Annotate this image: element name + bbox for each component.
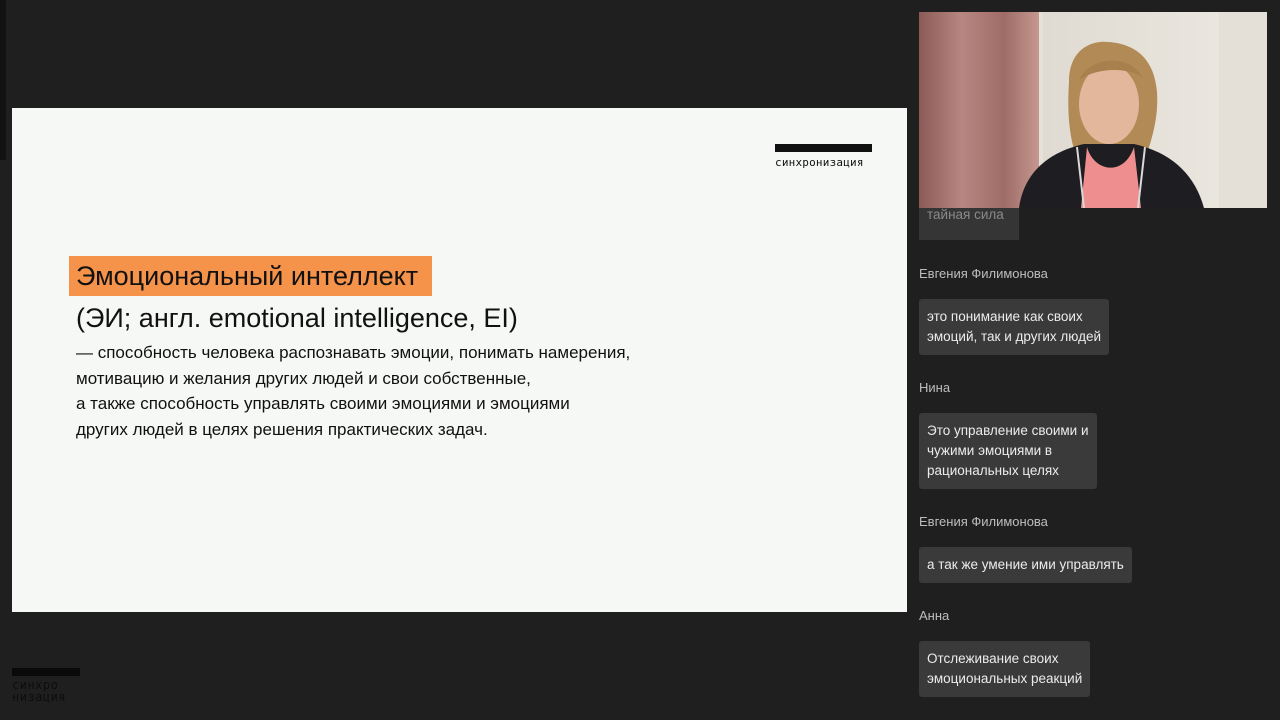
chat-message: Нина — [919, 380, 950, 395]
chat-bubble-line: эмоций, так и других людей — [927, 329, 1102, 344]
watermark-line-2: низация — [12, 690, 67, 704]
watermark-bar — [12, 668, 80, 676]
chat-bubble: Отслеживание своих эмоциональных реакций — [919, 641, 1091, 697]
chat-bubble-text: тайная сила — [927, 208, 1004, 222]
chat-bubble: а так же умение ими управлять — [919, 547, 1132, 583]
chat-bubble: это понимание как своих эмоций, так и др… — [919, 299, 1110, 355]
slide-term-subtitle: (ЭИ; англ. emotional intelligence, EI) — [76, 303, 518, 333]
chat-bubble-line: чужими эмоциями в — [927, 443, 1053, 458]
chat-author: Нина — [919, 380, 951, 395]
presentation-slide: синхронизация Эмоциональный интеллект (Э… — [12, 108, 907, 612]
chat-bubble-line: это понимание как своих — [927, 309, 1083, 324]
chat-bubble-cut: тайная сила — [919, 208, 1019, 240]
video-conference-stage: синхронизация Эмоциональный интеллект (Э… — [0, 0, 1280, 720]
chat-message: Евгения Филимонова — [919, 514, 1048, 529]
chat-bubble-line: а так же умение ими управлять — [927, 557, 1124, 572]
chat-bubble-line: Отслеживание своих — [927, 651, 1059, 666]
chat-bubble-line: рациональных целях — [927, 463, 1059, 478]
chat-bubble: Это управление своими и чужими эмоциями … — [919, 413, 1097, 489]
definition-line: мотивацию и желания других людей и свои … — [76, 368, 531, 388]
chat-author: Евгения Филимонова — [919, 514, 1048, 529]
webcam-frame — [919, 12, 1267, 208]
chat-author: Анна — [919, 608, 950, 623]
slide-definition: — способность человека распознавать эмоц… — [76, 340, 776, 442]
chat-bubble-line: эмоциональных реакций — [927, 671, 1083, 686]
chat-message: Анна — [919, 608, 949, 623]
webcam-video[interactable] — [919, 12, 1267, 208]
slide-term-highlight: Эмоциональный интеллект — [69, 256, 433, 296]
definition-line: — способность человека распознавать эмоц… — [76, 343, 631, 362]
slide-logo-bar — [775, 144, 872, 152]
definition-line: других людей в целях решения практически… — [76, 419, 488, 439]
slide-logo-text: синхронизация — [775, 156, 864, 169]
watermark-logo: синхро низация — [12, 668, 80, 703]
slide-logo: синхронизация — [775, 144, 875, 169]
chat-bubble-line: Это управление своими и — [927, 423, 1089, 438]
chat-panel[interactable]: тайная сила Евгения Филимонова это поним… — [919, 208, 1280, 720]
chat-message: Евгения Филимонова — [919, 266, 1048, 281]
definition-line: а также способность управлять своими эмо… — [76, 394, 570, 413]
chat-author: Евгения Филимонова — [919, 266, 1048, 281]
left-edge-strip — [0, 0, 6, 160]
